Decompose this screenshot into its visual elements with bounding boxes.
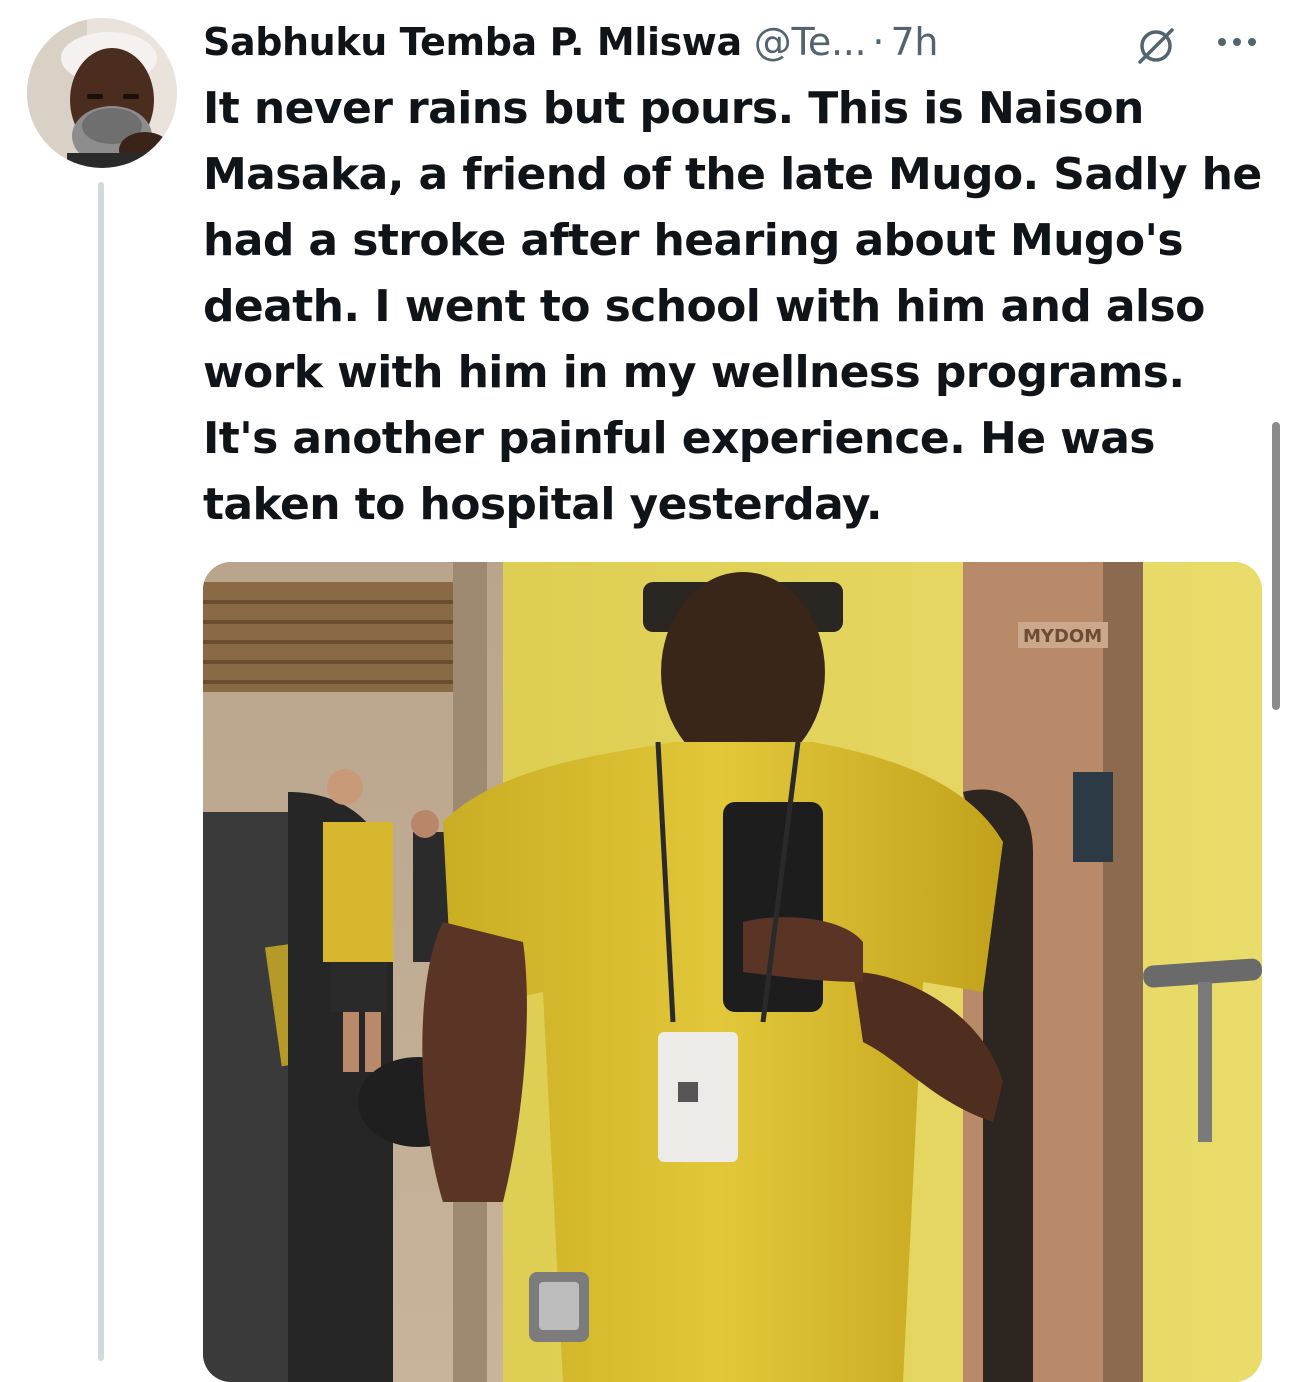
author-avatar-image <box>27 18 177 168</box>
tweet-media-photo[interactable]: MYDOM <box>203 562 1262 1382</box>
tweet-header: Sabhuku Temba P. Mliswa @Te... · 7h <box>203 18 1262 66</box>
author-display-name[interactable]: Sabhuku Temba P. Mliswa <box>203 18 742 66</box>
author-avatar[interactable] <box>27 18 177 168</box>
gym-selfie-photo: MYDOM <box>203 562 1262 1382</box>
more-options-icon[interactable] <box>1214 24 1260 60</box>
thread-connector-line <box>98 182 104 1361</box>
grok-icon[interactable] <box>1134 24 1178 68</box>
separator-dot: · <box>872 20 885 64</box>
gym-sign-text: MYDOM <box>1023 626 1102 647</box>
tweet-timestamp[interactable]: 7h <box>890 18 938 66</box>
author-handle[interactable]: @Te... <box>754 18 867 66</box>
tweet-text: It never rains but pours. This is Naison… <box>203 83 1262 530</box>
page-scrollbar[interactable] <box>1272 422 1280 710</box>
